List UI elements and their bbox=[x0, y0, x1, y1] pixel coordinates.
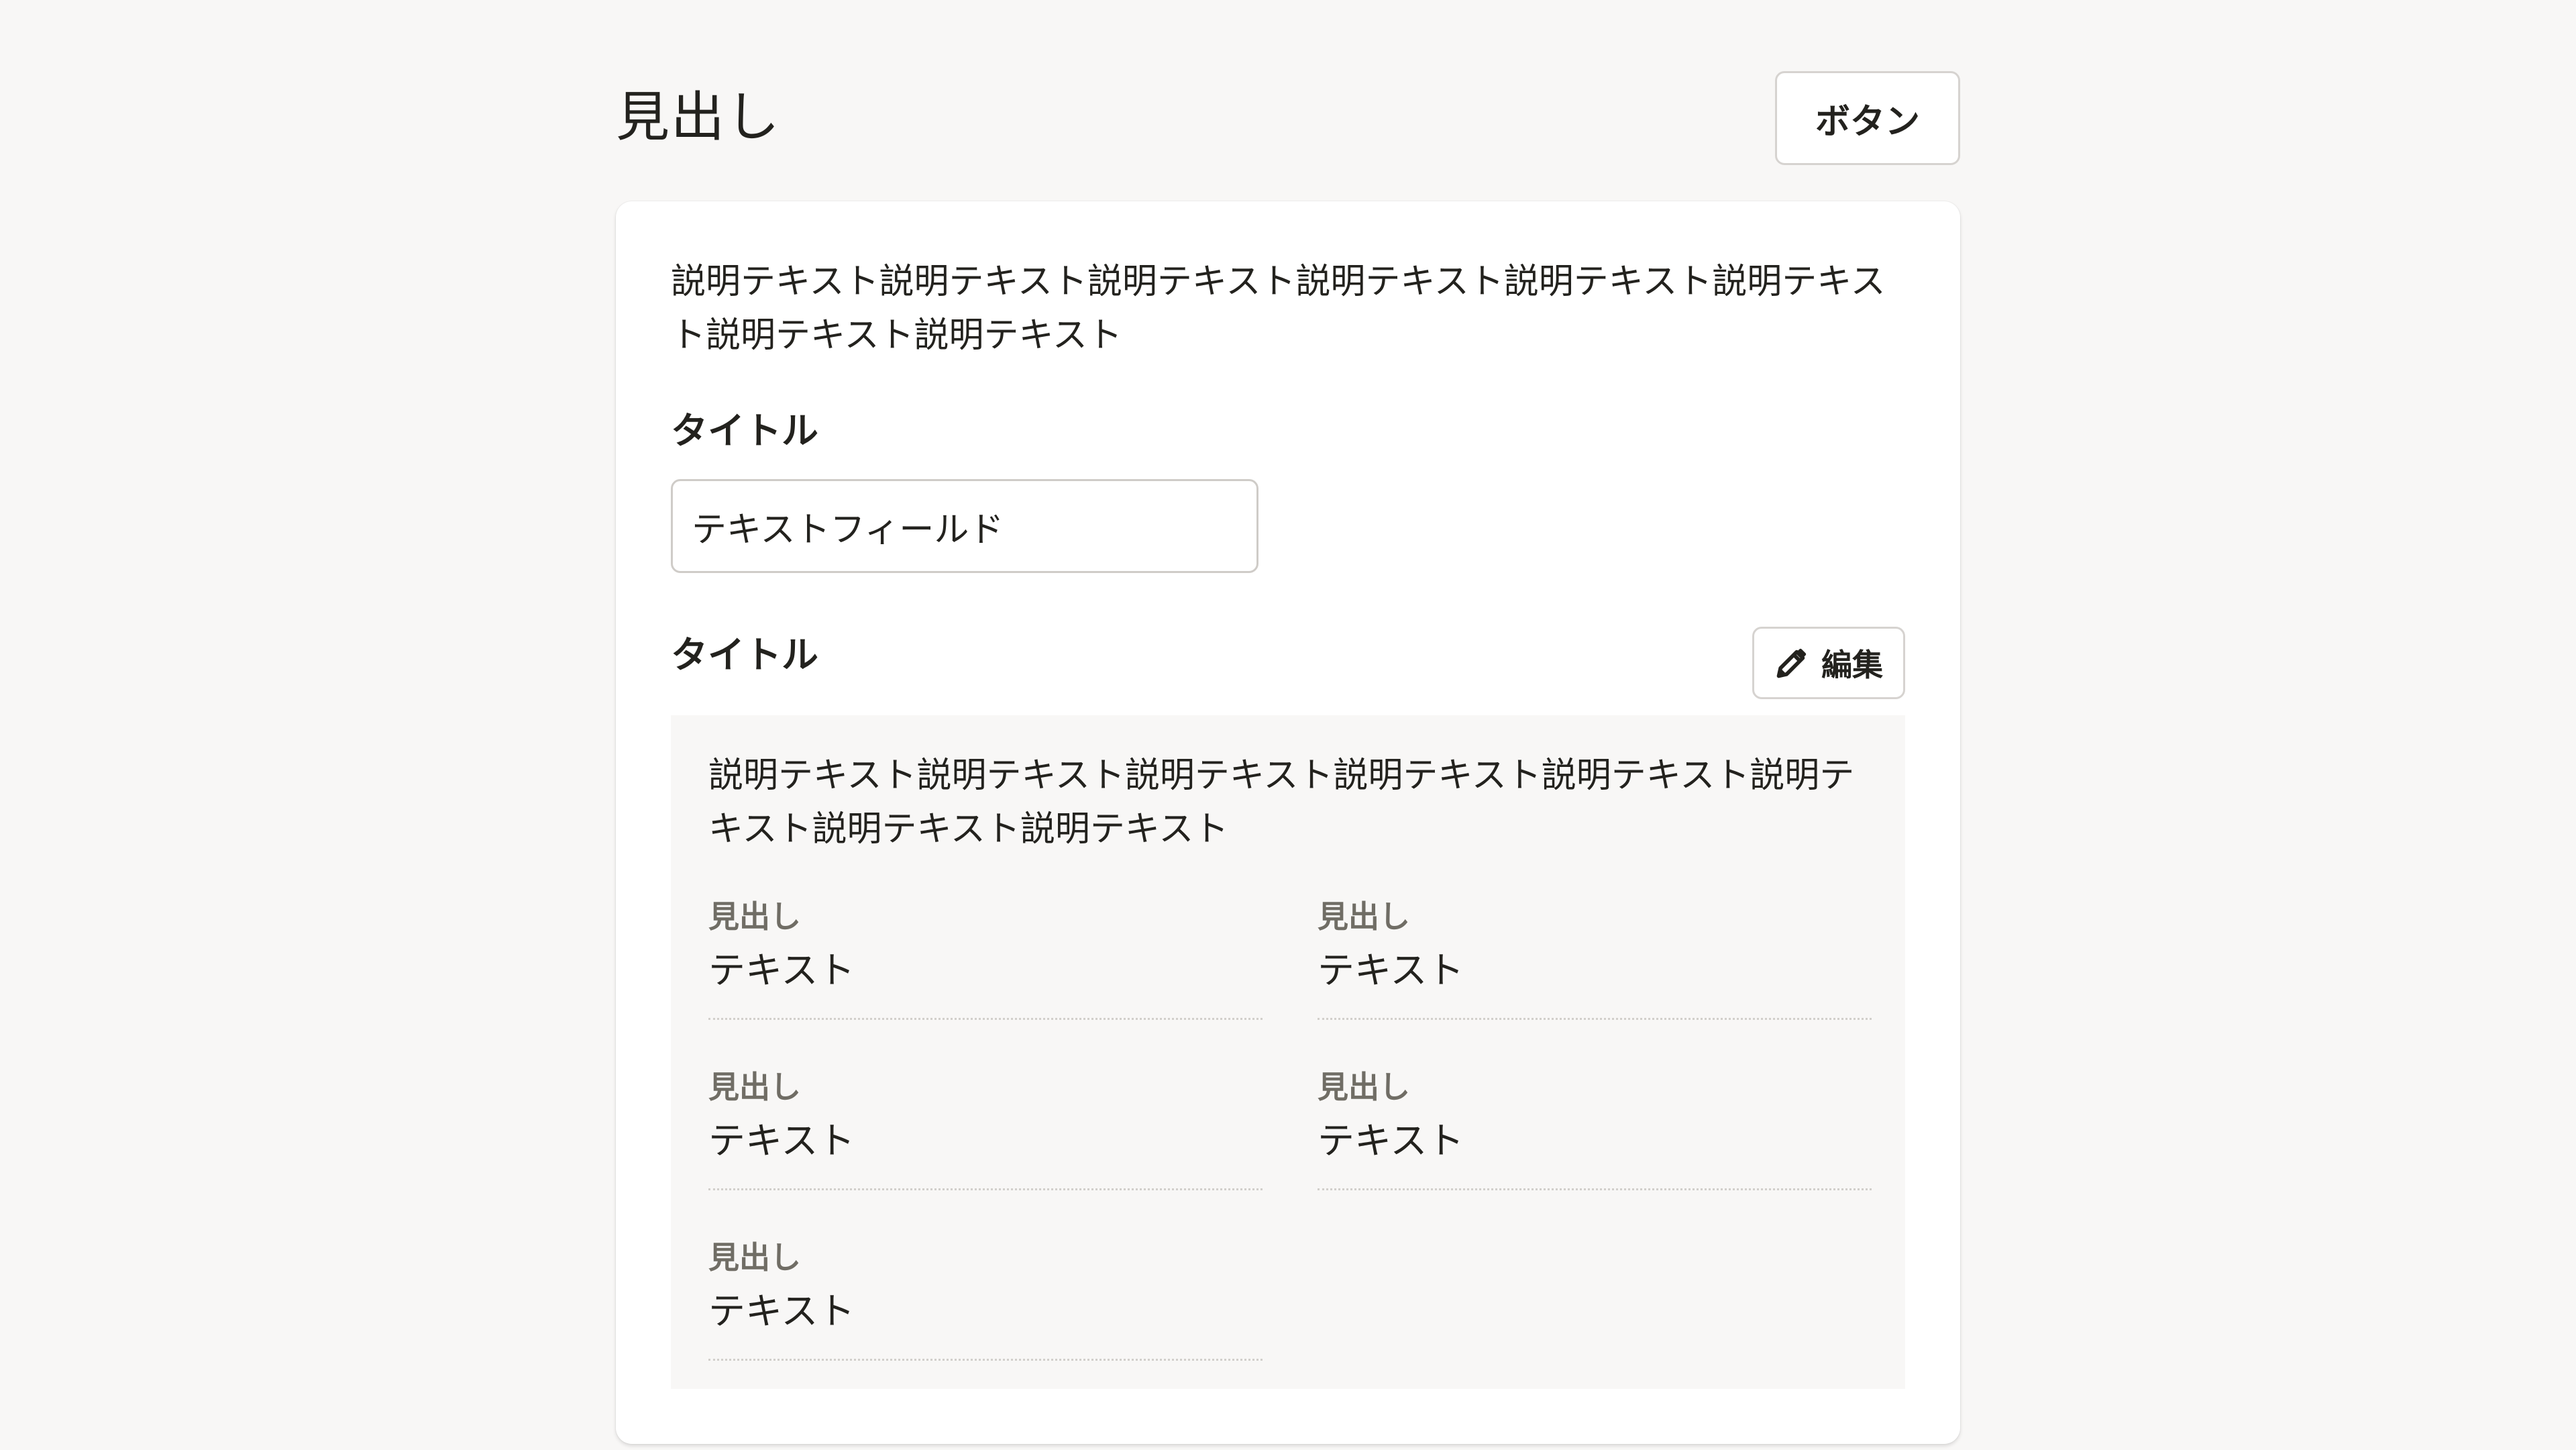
detail-term: 見出し bbox=[708, 1239, 801, 1276]
detail-value: テキスト bbox=[708, 1119, 855, 1162]
detail-value: テキスト bbox=[1318, 1119, 1464, 1162]
detail-item: 見出し テキスト bbox=[1318, 1067, 1872, 1190]
detail-value: テキスト bbox=[708, 949, 855, 992]
content-card: 説明テキスト説明テキスト説明テキスト説明テキスト説明テキスト説明テキスト説明テキ… bbox=[616, 201, 1960, 1444]
details-panel: 説明テキスト説明テキスト説明テキスト説明テキスト説明テキスト説明テキスト説明テキ… bbox=[671, 715, 1905, 1389]
detail-value: テキスト bbox=[1318, 949, 1464, 992]
edit-button-label: 編集 bbox=[1821, 647, 1883, 683]
header-action-button[interactable]: ボタン bbox=[1775, 71, 1960, 165]
section-title-label: タイトル bbox=[671, 633, 819, 676]
detail-term: 見出し bbox=[1318, 1069, 1410, 1105]
detail-item: 見出し テキスト bbox=[708, 1237, 1263, 1361]
title-text-field[interactable] bbox=[671, 479, 1258, 573]
card-description: 説明テキスト説明テキスト説明テキスト説明テキスト説明テキスト説明テキスト説明テキ… bbox=[671, 262, 1886, 356]
page-header: 見出し ボタン bbox=[616, 0, 1960, 201]
detail-term: 見出し bbox=[708, 898, 801, 935]
detail-item: 見出し テキスト bbox=[708, 896, 1263, 1020]
detail-item: 見出し テキスト bbox=[1318, 896, 1872, 1020]
detail-term: 見出し bbox=[1318, 898, 1410, 935]
field-title-label: タイトル bbox=[671, 409, 819, 452]
page: 見出し ボタン 説明テキスト説明テキスト説明テキスト説明テキスト説明テキスト説明… bbox=[616, 0, 1960, 1444]
card-body: 説明テキスト説明テキスト説明テキスト説明テキスト説明テキスト説明テキスト説明テキ… bbox=[671, 255, 1905, 1389]
detail-value: テキスト bbox=[708, 1290, 855, 1333]
detail-term: 見出し bbox=[708, 1069, 801, 1105]
panel-description: 説明テキスト説明テキスト説明テキスト説明テキスト説明テキスト説明テキスト説明テキ… bbox=[708, 756, 1855, 849]
page-title: 見出し bbox=[616, 86, 781, 148]
edit-button[interactable]: 編集 bbox=[1752, 627, 1905, 699]
pencil-icon bbox=[1776, 648, 1807, 678]
detail-item: 見出し テキスト bbox=[708, 1067, 1263, 1190]
